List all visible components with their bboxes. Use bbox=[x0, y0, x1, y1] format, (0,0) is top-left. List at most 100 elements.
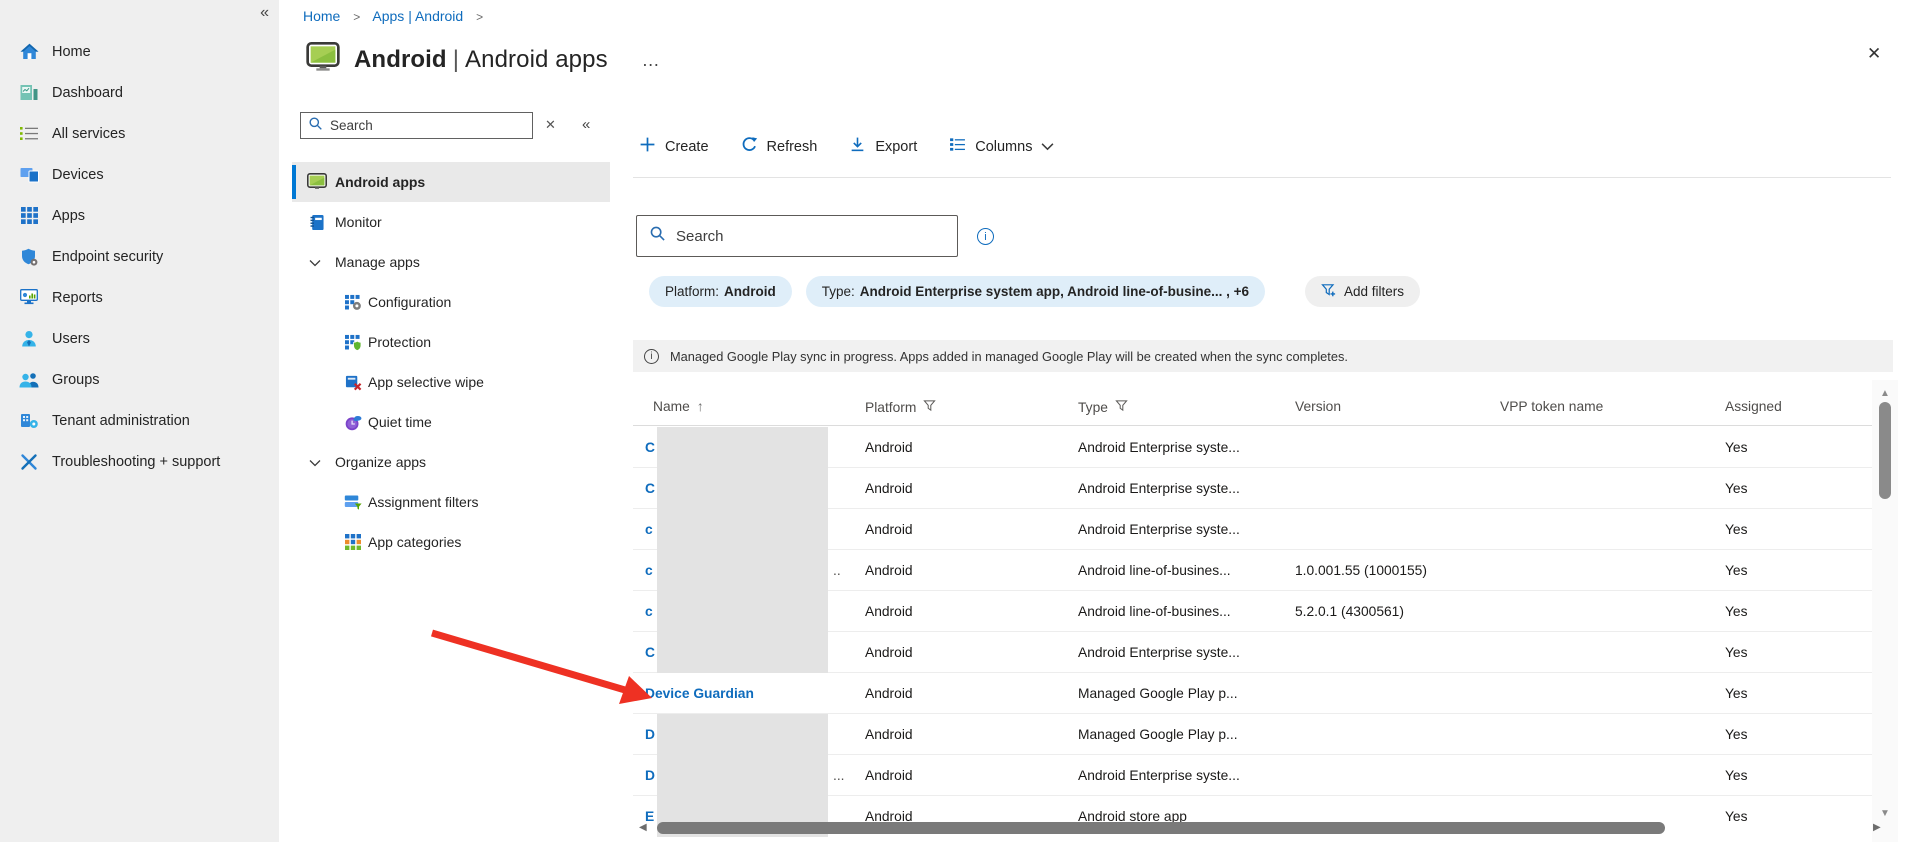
app-search-box[interactable] bbox=[636, 215, 958, 257]
column-header-name[interactable]: Name ↑ bbox=[653, 399, 704, 414]
scroll-right-icon[interactable]: ▶ bbox=[1873, 822, 1881, 833]
assigned-cell: Yes bbox=[1725, 468, 1748, 509]
platform-cell: Android bbox=[865, 550, 913, 591]
nav-item-label: Users bbox=[52, 331, 90, 347]
export-button[interactable]: Export bbox=[849, 136, 917, 157]
nav-item-users[interactable]: Users bbox=[0, 318, 279, 359]
breadcrumb-apps-android-link[interactable]: Apps | Android bbox=[372, 8, 463, 24]
app-name-link[interactable]: D bbox=[645, 727, 655, 742]
vertical-scrollbar[interactable]: ▲ ▼ bbox=[1872, 380, 1898, 842]
table-row[interactable]: c Android Android line-of-busines... 5.2… bbox=[633, 591, 1872, 632]
redacted-name-overlay bbox=[657, 591, 828, 632]
search-icon bbox=[649, 225, 666, 247]
app-name-link[interactable]: c bbox=[645, 522, 653, 537]
table-row[interactable]: C Android Android Enterprise syste... Ye… bbox=[633, 427, 1872, 468]
table-row[interactable]: D ... Android Android Enterprise syste..… bbox=[633, 755, 1872, 796]
create-button[interactable]: Create bbox=[639, 136, 709, 157]
nav-item-label: Devices bbox=[52, 167, 104, 183]
all-services-icon bbox=[19, 126, 39, 141]
column-header-assigned[interactable]: Assigned bbox=[1725, 399, 1782, 414]
collapse-secondary-nav-icon[interactable]: « bbox=[582, 116, 590, 133]
scroll-up-icon[interactable]: ▲ bbox=[1872, 388, 1898, 399]
secondary-search-box[interactable] bbox=[300, 112, 533, 139]
nav-item-endpoint-security[interactable]: Endpoint security bbox=[0, 236, 279, 277]
platform-filter-pill[interactable]: Platform: Android bbox=[649, 276, 792, 307]
nav-item-reports[interactable]: Reports bbox=[0, 277, 279, 318]
refresh-button[interactable]: Refresh bbox=[741, 136, 818, 157]
info-icon[interactable]: i bbox=[977, 228, 994, 245]
nav-item-devices[interactable]: Devices bbox=[0, 154, 279, 195]
pill-label: Platform: bbox=[665, 284, 719, 299]
nav-item-apps[interactable]: Apps bbox=[0, 195, 279, 236]
pill-value: Android bbox=[724, 284, 776, 299]
android-app-icon bbox=[306, 42, 340, 77]
snav-item-label: Assignment filters bbox=[368, 494, 478, 510]
breadcrumb-home-link[interactable]: Home bbox=[303, 8, 340, 24]
app-name-link[interactable]: C bbox=[645, 481, 655, 496]
nav-item-tenant-administration[interactable]: Tenant administration bbox=[0, 400, 279, 441]
app-name-link[interactable]: c bbox=[645, 563, 653, 578]
filter-funnel-icon bbox=[1115, 399, 1128, 415]
nav-item-all-services[interactable]: All services bbox=[0, 113, 279, 154]
snav-group-organize-apps[interactable]: Organize apps bbox=[292, 442, 610, 482]
nav-item-groups[interactable]: Groups bbox=[0, 359, 279, 400]
table-row[interactable]: C Android Android Enterprise syste... Ye… bbox=[633, 632, 1872, 673]
breadcrumb-separator: > bbox=[476, 10, 483, 24]
type-cell: Managed Google Play p... bbox=[1078, 714, 1238, 755]
nav-item-troubleshooting[interactable]: Troubleshooting + support bbox=[0, 441, 279, 482]
device-guardian-link[interactable]: Device Guardian bbox=[645, 686, 754, 701]
platform-cell: Android bbox=[865, 755, 913, 796]
assigned-cell: Yes bbox=[1725, 509, 1748, 550]
search-icon bbox=[308, 116, 323, 136]
table-row-device-guardian[interactable]: Device Guardian Android Managed Google P… bbox=[633, 673, 1872, 714]
snav-group-manage-apps[interactable]: Manage apps bbox=[292, 242, 610, 282]
table-row[interactable]: C Android Android Enterprise syste... Ye… bbox=[633, 468, 1872, 509]
chevron-down-icon bbox=[309, 454, 321, 470]
snav-item-android-apps[interactable]: Android apps bbox=[292, 162, 610, 202]
platform-cell: Android bbox=[865, 673, 913, 714]
app-search-input[interactable] bbox=[676, 228, 945, 245]
add-filters-button[interactable]: Add filters bbox=[1305, 276, 1420, 307]
scroll-down-icon[interactable]: ▼ bbox=[1872, 808, 1898, 819]
snav-item-app-selective-wipe[interactable]: App selective wipe bbox=[292, 362, 610, 402]
app-name-link[interactable]: D bbox=[645, 768, 655, 783]
vertical-scroll-thumb[interactable] bbox=[1879, 402, 1891, 499]
type-filter-pill[interactable]: Type: Android Enterprise system app, And… bbox=[806, 276, 1265, 307]
column-header-type[interactable]: Type bbox=[1078, 399, 1128, 415]
snav-item-quiet-time[interactable]: Quiet time bbox=[292, 402, 610, 442]
horizontal-scrollbar[interactable]: ◀ ▶ bbox=[633, 820, 1893, 837]
app-name-link[interactable]: C bbox=[645, 645, 655, 660]
snav-item-app-categories[interactable]: App categories bbox=[292, 522, 610, 562]
app-name-link[interactable]: C bbox=[645, 440, 655, 455]
pill-value: Android Enterprise system app, Android l… bbox=[860, 284, 1249, 299]
secondary-search-input[interactable] bbox=[330, 118, 525, 133]
app-name-link[interactable]: c bbox=[645, 604, 653, 619]
scroll-left-icon[interactable]: ◀ bbox=[639, 822, 647, 833]
apps-icon bbox=[19, 207, 39, 224]
group-icon bbox=[19, 372, 39, 388]
columns-label: Columns bbox=[975, 139, 1032, 155]
snav-item-monitor[interactable]: Monitor bbox=[292, 202, 610, 242]
nav-item-home[interactable]: Home bbox=[0, 31, 279, 72]
horizontal-scroll-thumb[interactable] bbox=[657, 822, 1665, 834]
redacted-name-overlay bbox=[657, 755, 828, 796]
table-row[interactable]: D Android Managed Google Play p... Yes bbox=[633, 714, 1872, 755]
content-area: Home > Apps | Android > Android|Android … bbox=[279, 0, 1907, 842]
assigned-cell: Yes bbox=[1725, 755, 1748, 796]
column-header-platform[interactable]: Platform bbox=[865, 399, 936, 415]
snav-item-configuration[interactable]: Configuration bbox=[292, 282, 610, 322]
snav-item-assignment-filters[interactable]: Assignment filters bbox=[292, 482, 610, 522]
column-header-vpp[interactable]: VPP token name bbox=[1500, 399, 1603, 414]
columns-button[interactable]: Columns bbox=[949, 136, 1054, 157]
table-row[interactable]: c .. Android Android line-of-busines... … bbox=[633, 550, 1872, 591]
clear-search-icon[interactable]: ✕ bbox=[545, 117, 556, 133]
columns-list-icon bbox=[949, 136, 966, 157]
snav-item-protection[interactable]: Protection bbox=[292, 322, 610, 362]
nav-item-dashboard[interactable]: Dashboard bbox=[0, 72, 279, 113]
collapse-left-nav-icon[interactable]: « bbox=[260, 4, 269, 22]
filter-funnel-icon bbox=[923, 399, 936, 415]
snav-item-label: Android apps bbox=[335, 174, 425, 190]
column-header-version[interactable]: Version bbox=[1295, 399, 1341, 414]
table-row[interactable]: c Android Android Enterprise syste... Ye… bbox=[633, 509, 1872, 550]
info-icon: i bbox=[644, 349, 659, 364]
